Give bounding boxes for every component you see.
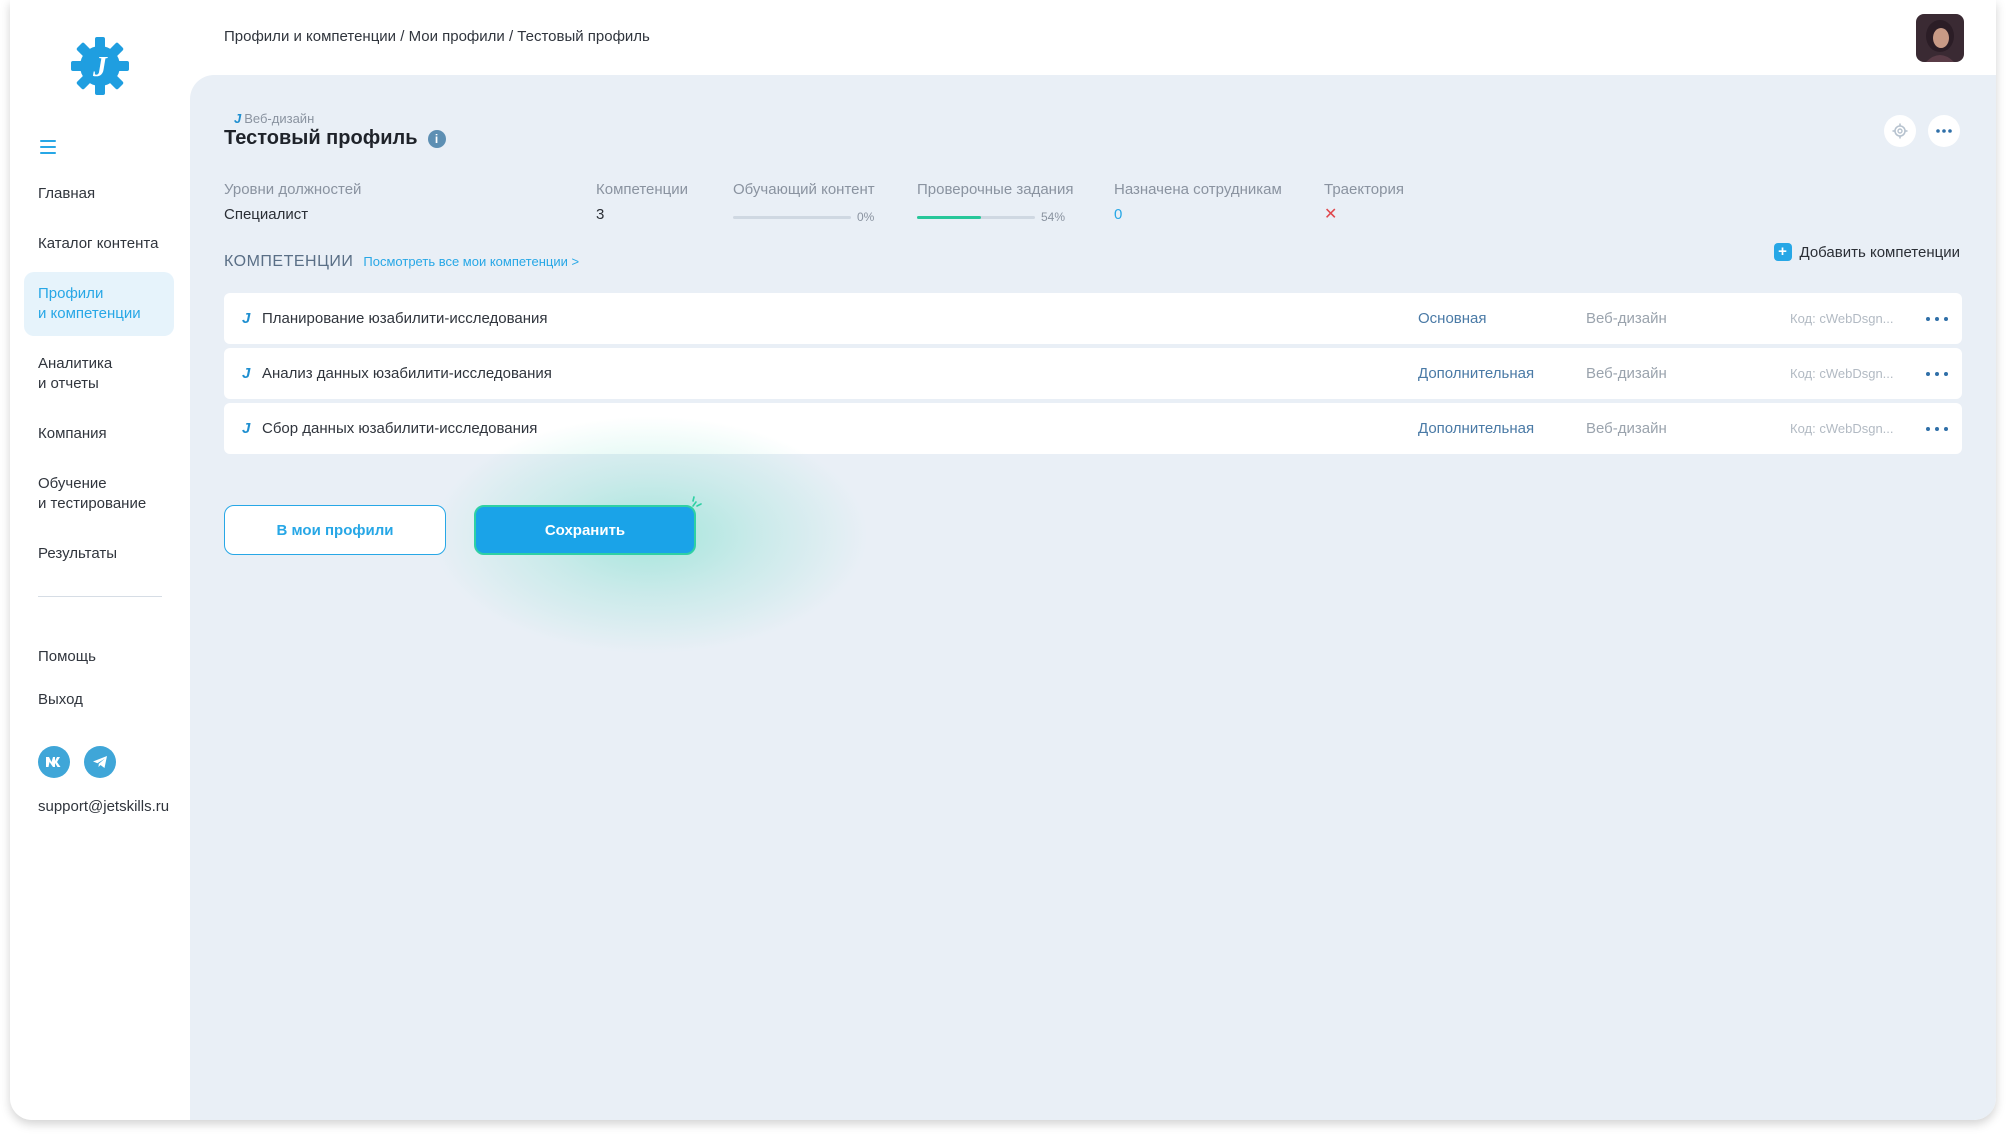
view-all-competencies-link[interactable]: Посмотреть все мои компетенции > xyxy=(363,254,579,269)
click-spark-icon xyxy=(692,496,702,507)
competency-code: Код: cWebDsgn... xyxy=(1790,311,1894,326)
more-actions-button[interactable] xyxy=(1928,115,1960,147)
sidebar-item-analytics[interactable]: Аналитика и отчеты xyxy=(24,342,174,406)
content-progress-bar xyxy=(733,215,851,219)
sidebar-item-catalog[interactable]: Каталог контента xyxy=(24,222,174,266)
competency-name[interactable]: Анализ данных юзабилити-исследования xyxy=(262,365,552,382)
telegram-icon[interactable] xyxy=(84,746,116,778)
logo-letter: J xyxy=(92,52,108,83)
competency-j-icon: J xyxy=(242,420,251,437)
competency-type: Основная xyxy=(1418,310,1487,327)
vk-icon[interactable] xyxy=(38,746,70,778)
more-dots-icon xyxy=(1936,129,1952,133)
stat-assigned-value[interactable]: 0 xyxy=(1114,206,1282,223)
sidebar-nav: Главная Каталог контента Профили и компете… xyxy=(24,172,174,582)
stat-trajectory: Траектория ✕ xyxy=(1324,181,1404,224)
table-row[interactable]: J Сбор данных юзабилити-исследования Допол… xyxy=(224,403,1962,454)
profile-stats: Уровни должностей Специалист Компетенции… xyxy=(224,181,1624,231)
stat-trajectory-label: Траектория xyxy=(1324,181,1404,198)
tasks-progress-text: 54% xyxy=(1041,210,1066,224)
stat-levels-label: Уровни должностей xyxy=(224,181,362,198)
stat-tasks-label: Проверочные задания xyxy=(917,181,1074,198)
info-icon[interactable]: i xyxy=(427,129,446,148)
app-window: J Главная Каталог контента Профили и компе… xyxy=(10,0,1996,1120)
competency-j-icon: J xyxy=(242,365,251,382)
competency-category: Веб-дизайн xyxy=(1586,365,1667,382)
sidebar-item-home[interactable]: Главная xyxy=(24,172,174,216)
avatar[interactable] xyxy=(1916,14,1964,62)
save-button[interactable]: Сохранить xyxy=(474,505,696,555)
settings-button[interactable] xyxy=(1884,115,1916,147)
competency-code: Код: cWebDsgn... xyxy=(1790,421,1894,436)
stat-assigned-label: Назначена сотрудникам xyxy=(1114,181,1282,198)
stat-levels-value: Специалист xyxy=(224,206,309,223)
stat-content: Обучающий контент 0% xyxy=(733,181,875,224)
table-row[interactable]: J Планирование юзабилити-исследования Осно… xyxy=(224,293,1962,344)
competency-name[interactable]: Сбор данных юзабилити-исследования xyxy=(262,420,537,437)
logo-gear-icon[interactable]: J xyxy=(68,34,132,98)
content-progress-text: 0% xyxy=(857,210,875,224)
stat-tasks: Проверочные задания 54% xyxy=(917,181,1073,224)
stat-competencies: Компетенции 3 xyxy=(596,181,688,223)
category-label: Веб-дизайн xyxy=(244,111,315,126)
sidebar-item-results[interactable]: Результаты xyxy=(24,532,174,576)
sidebar-item-learning[interactable]: Обучение и тестирование xyxy=(24,462,174,526)
stat-content-label: Обучающий контент xyxy=(733,181,875,198)
row-more-icon[interactable] xyxy=(1926,419,1948,439)
trajectory-cross-icon: ✕ xyxy=(1324,206,1338,223)
row-more-icon[interactable] xyxy=(1926,309,1948,329)
stat-competencies-value: 3 xyxy=(596,206,605,223)
profile-title: Тестовый профиль xyxy=(224,127,418,149)
competencies-list: J Планирование юзабилити-исследования Осно… xyxy=(224,293,1962,458)
tasks-progress-bar xyxy=(917,215,1035,219)
profile-category: J Веб-дизайн xyxy=(234,111,314,126)
sidebar-item-profiles[interactable]: Профили и компетенции xyxy=(24,272,174,336)
stat-levels: Уровни должностей Специалист xyxy=(224,181,361,223)
competency-j-icon: J xyxy=(242,310,251,327)
stat-competencies-label: Компетенции xyxy=(596,181,689,198)
help-link[interactable]: Помощь xyxy=(38,648,96,665)
competencies-section-header: КОМПЕТЕНЦИИ Посмотреть все мои компетенц… xyxy=(224,253,579,271)
row-more-icon[interactable] xyxy=(1926,364,1948,384)
sidebar-item-company[interactable]: Компания xyxy=(24,412,174,456)
category-j-icon: J xyxy=(234,111,242,126)
tasks-progress-fill xyxy=(917,215,981,219)
table-row[interactable]: J Анализ данных юзабилити-исследования Доп… xyxy=(224,348,1962,399)
stat-assigned: Назначена сотрудникам 0 xyxy=(1114,181,1282,223)
plus-icon: + xyxy=(1773,243,1792,261)
sidebar-divider xyxy=(38,596,162,597)
social-links xyxy=(38,746,116,778)
sidebar-bottom-links: Помощь Выход xyxy=(38,648,96,734)
competency-category: Веб-дизайн xyxy=(1586,310,1667,327)
competency-type: Дополнительная xyxy=(1418,365,1535,382)
add-competencies-button[interactable]: + Добавить компетенции xyxy=(1773,243,1961,261)
gear-icon xyxy=(1892,123,1908,139)
header-actions xyxy=(1884,115,1960,147)
logout-link[interactable]: Выход xyxy=(38,691,96,708)
page-title: Тестовый профиль i xyxy=(224,127,446,150)
add-competencies-label: Добавить компетенции xyxy=(1799,243,1961,261)
competency-category: Веб-дизайн xyxy=(1586,420,1667,437)
support-email-link[interactable]: support@jetskills.ru xyxy=(38,798,169,815)
section-title: КОМПЕТЕНЦИИ xyxy=(224,253,354,270)
competency-name[interactable]: Планирование юзабилити-исследования xyxy=(262,310,548,327)
competency-code: Код: cWebDsgn... xyxy=(1790,366,1894,381)
breadcrumb[interactable]: Профили и компетенции / Мои профили / Те… xyxy=(224,28,650,45)
main-panel: J Веб-дизайн Тестовый профиль i Уровни д… xyxy=(190,75,1996,1120)
menu-toggle-icon[interactable] xyxy=(40,140,56,154)
sidebar: J Главная Каталог контента Профили и компе… xyxy=(10,0,190,1120)
competency-type: Дополнительная xyxy=(1418,420,1535,437)
to-my-profiles-button[interactable]: В мои профили xyxy=(224,505,446,555)
